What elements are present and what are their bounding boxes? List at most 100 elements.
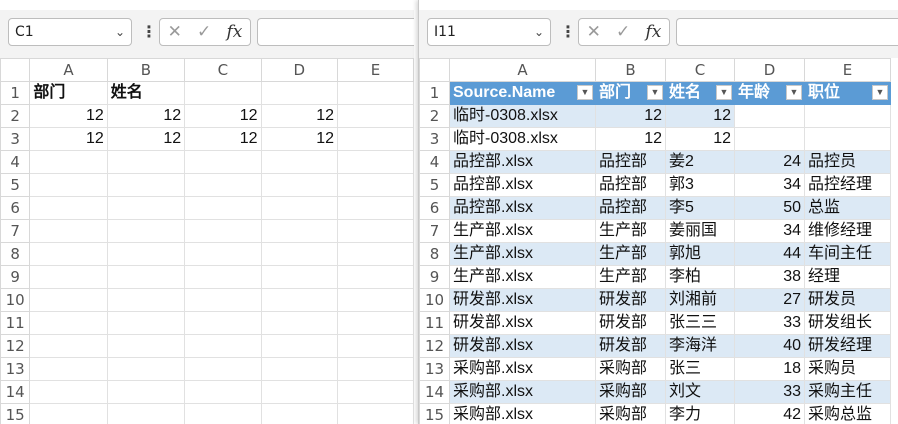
row-header[interactable]: 12	[0, 334, 31, 358]
grid-cell[interactable]: 品控经理	[804, 173, 891, 197]
grid-cell[interactable]: 刘湘前	[665, 288, 735, 312]
grid-cell[interactable]	[29, 380, 108, 404]
grid-cell[interactable]	[337, 288, 414, 312]
row-header[interactable]: 12	[419, 334, 450, 358]
grid-cell[interactable]	[337, 127, 414, 151]
table-header-cell[interactable]: Source.Name ▼	[449, 81, 596, 105]
grid-cell[interactable]: 李柏	[665, 265, 735, 289]
grid-cell[interactable]: 生产部.xlsx	[449, 242, 596, 266]
grid-cell[interactable]: 12	[184, 104, 262, 128]
filter-dropdown-icon[interactable]: ▼	[577, 85, 593, 100]
grid-cell[interactable]	[337, 81, 414, 105]
grid-cell[interactable]	[106, 357, 186, 381]
grid-cell[interactable]: 采购部.xlsx	[449, 357, 596, 381]
grid-cell[interactable]	[260, 288, 339, 312]
column-header[interactable]: C	[184, 58, 262, 82]
row-header[interactable]: 11	[0, 311, 31, 335]
grid-cell[interactable]	[29, 357, 108, 381]
grid-cell[interactable]	[337, 196, 414, 220]
grid-cell[interactable]: 临时-0308.xlsx	[449, 104, 596, 128]
grid-cell[interactable]: 18	[734, 357, 805, 381]
grid-cell[interactable]	[106, 219, 186, 243]
grid-cell[interactable]	[106, 311, 186, 335]
grid-cell[interactable]	[804, 104, 891, 128]
grid-cell[interactable]	[260, 357, 339, 381]
grid-cell[interactable]: 生产部	[595, 265, 666, 289]
column-header[interactable]: E	[804, 58, 891, 82]
grid-cell[interactable]: 采购部	[595, 403, 666, 424]
grid-cell[interactable]	[337, 150, 414, 174]
grid-cell[interactable]	[29, 334, 108, 358]
grid-cell[interactable]	[184, 196, 262, 220]
row-header[interactable]: 5	[419, 173, 450, 197]
grid-cell[interactable]: 临时-0308.xlsx	[449, 127, 596, 151]
grid-cell[interactable]	[184, 81, 262, 105]
row-header[interactable]: 6	[0, 196, 31, 220]
grid-cell[interactable]	[106, 150, 186, 174]
insert-function-icon[interactable]: fx	[227, 22, 243, 42]
grid-cell[interactable]: 总监	[804, 196, 891, 220]
grid-cell[interactable]: 部门	[29, 81, 108, 105]
select-all-corner[interactable]	[419, 58, 450, 82]
grid-cell[interactable]	[29, 311, 108, 335]
grid-cell[interactable]	[260, 150, 339, 174]
grid-cell[interactable]: 12	[260, 104, 339, 128]
grid-cell[interactable]: 研发部.xlsx	[449, 288, 596, 312]
table-header-cell[interactable]: 姓名 ▼	[665, 81, 735, 105]
grid-cell[interactable]	[184, 334, 262, 358]
grid-cell[interactable]	[260, 334, 339, 358]
grid-cell[interactable]: 研发部	[595, 288, 666, 312]
grid-cell[interactable]	[29, 196, 108, 220]
grid-cell[interactable]	[29, 219, 108, 243]
grid-cell[interactable]: 12	[29, 104, 108, 128]
grid-cell[interactable]: 12	[184, 127, 262, 151]
more-options-icon[interactable]: ⋮	[141, 18, 157, 46]
grid-cell[interactable]	[29, 242, 108, 266]
grid-cell[interactable]: 采购部	[595, 357, 666, 381]
grid-cell[interactable]	[106, 403, 186, 424]
formula-input[interactable]	[676, 18, 898, 46]
column-header[interactable]: D	[734, 58, 805, 82]
grid-cell[interactable]: 品控部	[595, 173, 666, 197]
name-box[interactable]: C1 ⌄	[8, 18, 132, 46]
row-header[interactable]: 14	[0, 380, 31, 404]
grid-cell[interactable]	[734, 104, 805, 128]
grid-cell[interactable]	[184, 357, 262, 381]
row-header[interactable]: 11	[419, 311, 450, 335]
grid-cell[interactable]: 研发经理	[804, 334, 891, 358]
grid-cell[interactable]: 采购总监	[804, 403, 891, 424]
row-header[interactable]: 8	[0, 242, 31, 266]
grid-cell[interactable]	[184, 311, 262, 335]
table-header-cell[interactable]: 职位 ▼	[804, 81, 891, 105]
grid-cell[interactable]: 李5	[665, 196, 735, 220]
grid-cell[interactable]: 12	[106, 127, 186, 151]
grid-cell[interactable]	[29, 265, 108, 289]
grid-cell[interactable]: 采购部.xlsx	[449, 403, 596, 424]
row-header[interactable]: 7	[419, 219, 450, 243]
grid-cell[interactable]	[29, 150, 108, 174]
grid-cell[interactable]: 李力	[665, 403, 735, 424]
grid-cell[interactable]: 生产部	[595, 219, 666, 243]
grid-cell[interactable]	[184, 380, 262, 404]
grid-cell[interactable]: 研发部	[595, 311, 666, 335]
column-header[interactable]: B	[595, 58, 666, 82]
grid-cell[interactable]: 研发员	[804, 288, 891, 312]
grid-cell[interactable]	[260, 219, 339, 243]
grid-cell[interactable]: 品控部.xlsx	[449, 150, 596, 174]
grid-cell[interactable]: 采购主任	[804, 380, 891, 404]
grid-cell[interactable]: 张三	[665, 357, 735, 381]
grid-cell[interactable]: 24	[734, 150, 805, 174]
insert-function-icon[interactable]: fx	[646, 22, 662, 42]
grid-cell[interactable]: 采购员	[804, 357, 891, 381]
row-header[interactable]: 6	[419, 196, 450, 220]
row-header[interactable]: 7	[0, 219, 31, 243]
grid-cell[interactable]: 27	[734, 288, 805, 312]
row-header[interactable]: 10	[0, 288, 31, 312]
grid-cell[interactable]	[337, 380, 414, 404]
grid-cell[interactable]: 12	[665, 127, 735, 151]
grid-cell[interactable]: 车间主任	[804, 242, 891, 266]
grid-cell[interactable]	[29, 403, 108, 424]
grid-cell[interactable]: 38	[734, 265, 805, 289]
grid-cell[interactable]: 50	[734, 196, 805, 220]
grid-cell[interactable]	[260, 81, 339, 105]
